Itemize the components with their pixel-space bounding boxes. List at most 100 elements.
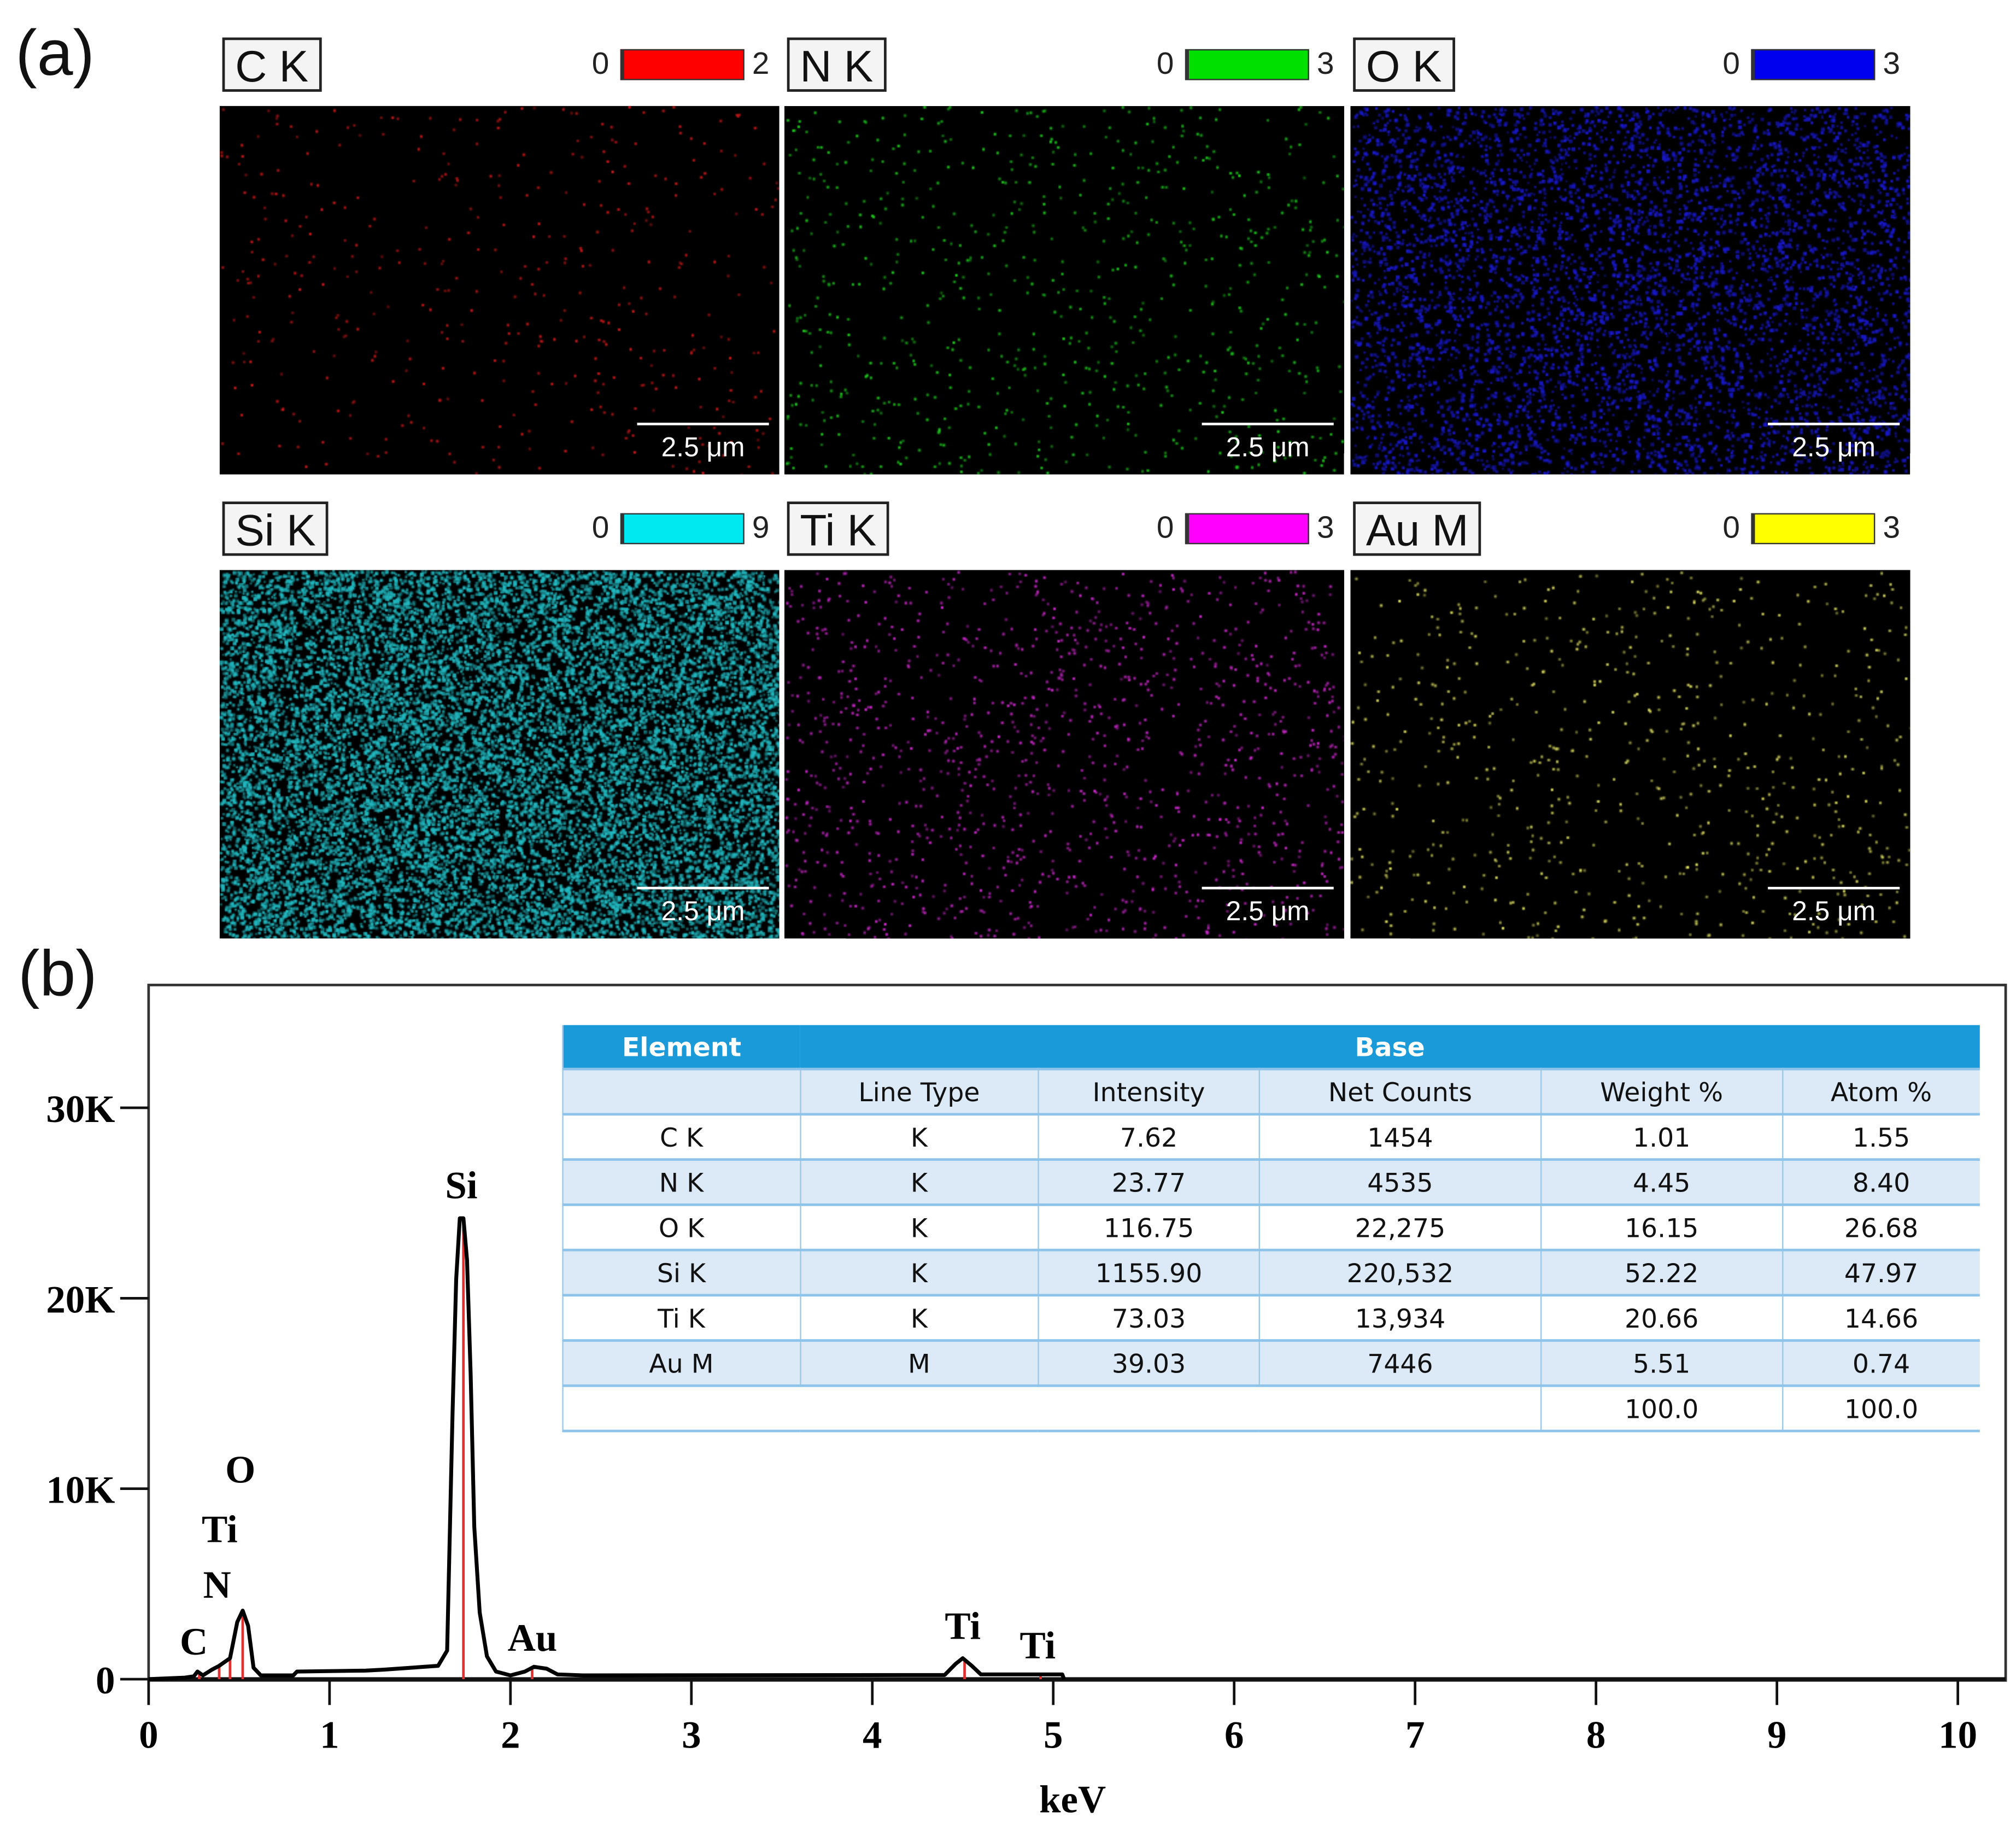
table-cell: N K	[563, 1160, 800, 1205]
table-cell: K	[800, 1205, 1038, 1250]
scale-max: 3	[1317, 509, 1334, 548]
map-image	[1350, 106, 1910, 475]
table-cell: 7.62	[1038, 1114, 1259, 1160]
scale-min: 0	[1157, 509, 1174, 548]
x-tick-label: 9	[1767, 1714, 1786, 1756]
x-tick-label: 10	[1938, 1714, 1977, 1756]
table-cell: 52.22	[1541, 1250, 1782, 1295]
table-cell: K	[800, 1160, 1038, 1205]
table-cell: 14.66	[1782, 1295, 1980, 1341]
header-base: Base	[800, 1025, 1979, 1069]
table-cell: 4535	[1259, 1160, 1541, 1205]
scale-bar-label: 2.5 μm	[1226, 897, 1310, 927]
table-cell: 23.77	[1038, 1160, 1259, 1205]
y-tick-label: 10K	[46, 1469, 115, 1512]
scale-bar-line	[1202, 887, 1334, 890]
eds-quantification-table: Element Base Line Type Intensity Net Cou…	[562, 1025, 1979, 1433]
scale-bar-line	[1202, 423, 1334, 425]
x-tick-label: 2	[501, 1714, 520, 1756]
column-header: Atom %	[1782, 1069, 1980, 1114]
peak-label-o: O	[225, 1449, 255, 1492]
scale-bar: 2.5 μm	[1202, 887, 1334, 928]
figure: (a) (b) C K022.5 μmN K032.5 μmO K032.5 μ…	[0, 0, 2016, 1829]
table-cell: 73.03	[1038, 1295, 1259, 1341]
column-header	[563, 1069, 800, 1114]
map-image	[784, 106, 1344, 475]
peak-label-ti: Ti	[1020, 1625, 1056, 1667]
scale-bar-line	[1768, 887, 1900, 890]
table-cell: 26.68	[1782, 1205, 1980, 1250]
table-cell: M	[800, 1341, 1038, 1386]
table-cell: C K	[563, 1114, 800, 1160]
scale-bar-line	[637, 887, 769, 890]
peak-label-si: Si	[445, 1165, 477, 1207]
element-map-ti-k: 2.5 μm	[784, 570, 1344, 939]
table-cell: 1454	[1259, 1114, 1541, 1160]
map-image	[220, 570, 780, 939]
table-row: N KK23.7745354.458.40	[563, 1160, 1980, 1205]
scale-bar-label: 2.5 μm	[661, 897, 745, 927]
scale-max: 3	[1883, 509, 1900, 548]
x-tick-label: 1	[320, 1714, 339, 1756]
element-label: Si K	[222, 501, 329, 556]
scale-bar: 2.5 μm	[637, 423, 769, 464]
table-cell: Si K	[563, 1250, 800, 1295]
table-cell: O K	[563, 1205, 800, 1250]
scale-bar: 2.5 μm	[1768, 423, 1900, 464]
x-tick-label: 4	[863, 1714, 882, 1756]
element-label: O K	[1353, 38, 1455, 92]
color-gradient	[1185, 49, 1309, 80]
table-cell: Ti K	[563, 1295, 800, 1341]
scale-bar-label: 2.5 μm	[1792, 433, 1876, 463]
table-cell: 39.03	[1038, 1341, 1259, 1386]
x-axis-label: keV	[1039, 1778, 1106, 1821]
table-cell: Au M	[563, 1341, 800, 1386]
scale-bar-label: 2.5 μm	[661, 433, 745, 463]
panel-a-label: (a)	[15, 15, 94, 90]
table-row: Au MM39.0374465.510.74	[563, 1341, 1980, 1386]
table-row: Si KK1155.90220,53252.2247.97	[563, 1250, 1980, 1295]
table-cell: 47.97	[1782, 1250, 1980, 1295]
map-image	[1350, 570, 1910, 939]
element-map-si-k: 2.5 μm	[220, 570, 780, 939]
table-cell: 100.0	[1782, 1386, 1980, 1431]
y-tick-label: 20K	[46, 1278, 115, 1321]
table-totals-row: 100.0100.0	[563, 1386, 1980, 1431]
table-cell: 100.0	[1541, 1386, 1782, 1431]
column-header: Line Type	[800, 1069, 1038, 1114]
table-cell: 16.15	[1541, 1205, 1782, 1250]
scale-bar-label: 2.5 μm	[1226, 433, 1310, 463]
scale-bar-label: 2.5 μm	[1792, 897, 1876, 927]
column-header: Net Counts	[1259, 1069, 1541, 1114]
scale-min: 0	[592, 509, 610, 548]
scale-max: 3	[1883, 45, 1900, 84]
table-column-headers: Line Type Intensity Net Counts Weight % …	[563, 1069, 1980, 1114]
table-cell: 220,532	[1259, 1250, 1541, 1295]
scale-max: 2	[752, 45, 770, 84]
column-header: Intensity	[1038, 1069, 1259, 1114]
column-header: Weight %	[1541, 1069, 1782, 1114]
element-label: Ti K	[787, 501, 889, 556]
x-tick-label: 8	[1586, 1714, 1605, 1756]
y-tick-label: 30K	[46, 1088, 115, 1131]
element-label: N K	[787, 38, 886, 92]
scale-max: 9	[752, 509, 770, 548]
element-map-o-k: 2.5 μm	[1350, 106, 1910, 475]
element-map-c-k: 2.5 μm	[220, 106, 780, 475]
table-cell: 116.75	[1038, 1205, 1259, 1250]
table-cell	[563, 1386, 1542, 1431]
map-image	[784, 570, 1344, 939]
table-cell: 5.51	[1541, 1341, 1782, 1386]
table-cell: 1.01	[1541, 1114, 1782, 1160]
scale-min: 0	[592, 45, 610, 84]
table-cell: 4.45	[1541, 1160, 1782, 1205]
table-row: C KK7.6214541.011.55	[563, 1114, 1980, 1160]
scale-bar-line	[637, 423, 769, 425]
scale-max: 3	[1317, 45, 1334, 84]
element-map-n-k: 2.5 μm	[784, 106, 1344, 475]
element-label: C K	[222, 38, 321, 92]
table-cell: 7446	[1259, 1341, 1541, 1386]
peak-label-au: Au	[508, 1617, 558, 1659]
scale-min: 0	[1722, 45, 1740, 84]
map-image	[220, 106, 780, 475]
